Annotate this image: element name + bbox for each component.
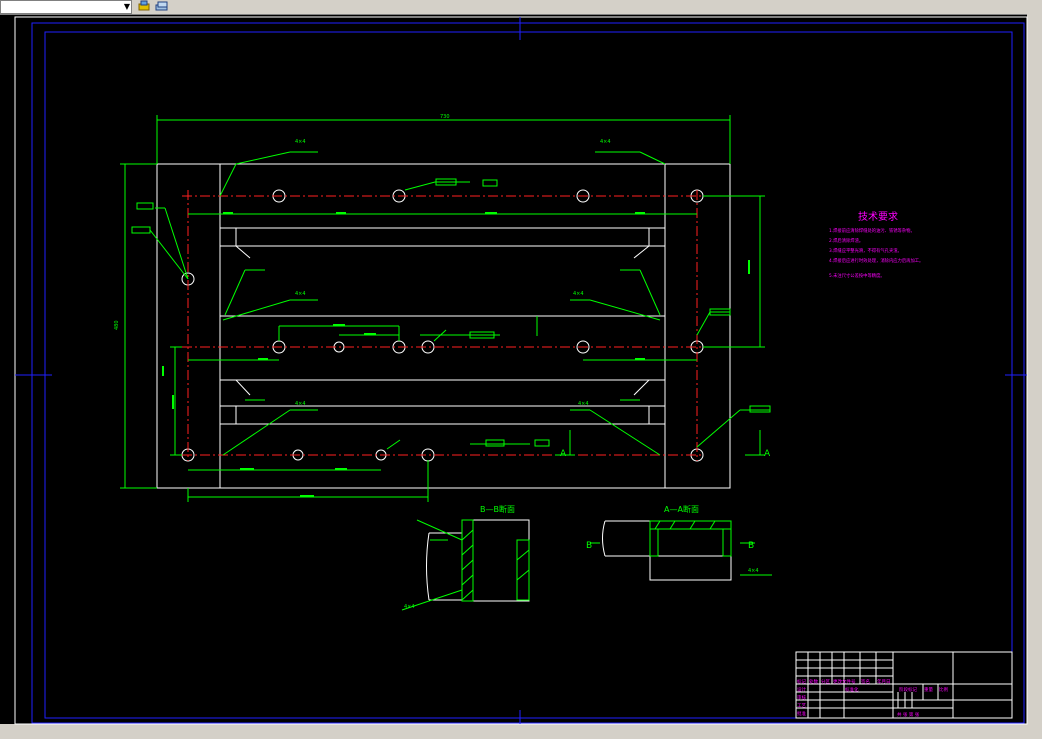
hole — [576, 189, 590, 203]
section-aa-hatch — [590, 520, 772, 576]
title-cell: 更改文件号 — [833, 678, 856, 685]
section-marker-b: B — [586, 541, 592, 551]
hole — [272, 340, 286, 354]
weld-symbols: 4×4 4×4 4×4 4×4 4×4 4×4 — [295, 139, 611, 407]
title-block — [795, 651, 1013, 719]
hole — [421, 340, 435, 354]
hole — [333, 341, 345, 353]
chevron-down-icon[interactable]: ▼ — [122, 1, 132, 13]
layer-combo[interactable]: ▼ — [0, 0, 132, 14]
title-cell: 阶段标记 — [899, 686, 917, 693]
weld-symbol-label: 4×4 — [578, 401, 589, 407]
title-cell: 分区 — [821, 678, 830, 685]
title-cell: 设计 — [797, 686, 806, 693]
horizontal-scrollbar[interactable] — [0, 724, 1027, 732]
drawing-canvas[interactable]: 730 480 4×4 4×4 4×4 4×4 4×4 4×4 A A B—B断… — [0, 0, 1042, 739]
section-bb-view — [426, 519, 530, 602]
weld-symbol-label: 4×4 — [295, 291, 306, 297]
hole — [375, 449, 387, 461]
hole — [690, 340, 704, 354]
layer-properties-icon[interactable] — [155, 0, 169, 12]
left-dim-label: 480 — [114, 320, 120, 330]
hole — [576, 340, 590, 354]
weld-symbol-label: 4×4 — [600, 139, 611, 145]
title-cell: 审核 — [797, 694, 806, 701]
weld-symbol-label: 4×4 — [748, 568, 759, 574]
section-cut-markers — [555, 430, 765, 456]
layer-state-icon[interactable] — [137, 0, 151, 12]
section-marker-a: A — [764, 449, 771, 459]
hole — [181, 448, 195, 462]
hole — [690, 189, 704, 203]
sheet-count: 共 张 第 张 — [897, 711, 920, 718]
title-cell: 比例 — [939, 686, 948, 693]
title-cell: 签名 — [861, 678, 870, 685]
title-cell: 批准 — [797, 710, 806, 717]
title-cell: 处数 — [809, 678, 818, 685]
section-bb-title: B—B断面 — [480, 504, 515, 514]
title-cell: 年月日 — [877, 678, 891, 685]
tech-req-line: 1.焊接前应清除焊缝处的油污、铁锈等杂物。 — [829, 227, 915, 234]
hole — [272, 189, 286, 203]
hole — [392, 189, 406, 203]
hole — [421, 448, 435, 462]
tech-req-line: 5.未注尺寸公差按中等精度。 — [829, 272, 885, 279]
hole — [181, 272, 195, 286]
hole — [690, 448, 704, 462]
overall-dim-label: 730 — [440, 114, 450, 120]
title-cell: 重量 — [924, 686, 933, 693]
outer-plate — [156, 163, 731, 489]
hole — [292, 449, 304, 461]
vertical-scrollbar[interactable] — [1027, 14, 1042, 732]
tech-req-line: 4.焊接后应进行时效处理，消除内应力后再加工。 — [829, 257, 923, 264]
sheet-inner-frame — [44, 31, 1013, 719]
centerlines — [182, 190, 703, 461]
weld-symbol-label: 4×4 — [295, 401, 306, 407]
section-aa-view — [602, 520, 732, 581]
weld-symbol-label: 4×4 — [573, 291, 584, 297]
holes — [181, 189, 704, 462]
tech-req-list: 1.焊接前应清除焊缝处的油污、铁锈等杂物。 2.焊后清除焊渣。 3.焊缝应平整光… — [829, 227, 923, 279]
canvas-border — [14, 16, 1028, 725]
section-marker-a: A — [560, 449, 567, 459]
sheet-outer-frame — [31, 22, 1025, 724]
status-bar — [0, 732, 1042, 739]
weld-symbol-label: 4×4 — [404, 604, 415, 610]
toolbar: ▼ — [0, 0, 1042, 15]
tolerance-frames — [131, 178, 771, 447]
title-cell: 工艺 — [797, 703, 806, 709]
main-frame-view — [156, 163, 731, 489]
tech-req-line: 2.焊后清除焊渣。 — [829, 237, 863, 244]
weld-symbol-label: 4×4 — [295, 139, 306, 145]
tech-req-line: 3.焊缝应平整光滑，不得有气孔夹渣。 — [829, 247, 902, 254]
section-bb-hatch — [401, 519, 530, 611]
section-marker-b: B — [748, 541, 754, 551]
title-cell: 标准化 — [845, 686, 859, 693]
dim-labels: 730 480 — [114, 114, 750, 497]
inner-plate — [219, 163, 666, 489]
dimensions — [120, 115, 770, 502]
tech-req-title: 技术要求 — [858, 210, 898, 223]
section-aa-title: A—A断面 — [664, 504, 699, 514]
hole — [392, 340, 406, 354]
title-block-text: 标记 处数 分区 更改文件号 签名 年月日 设计 标准化 阶段标记 重量 比例 … — [797, 678, 948, 718]
title-cell: 标记 — [797, 678, 806, 685]
